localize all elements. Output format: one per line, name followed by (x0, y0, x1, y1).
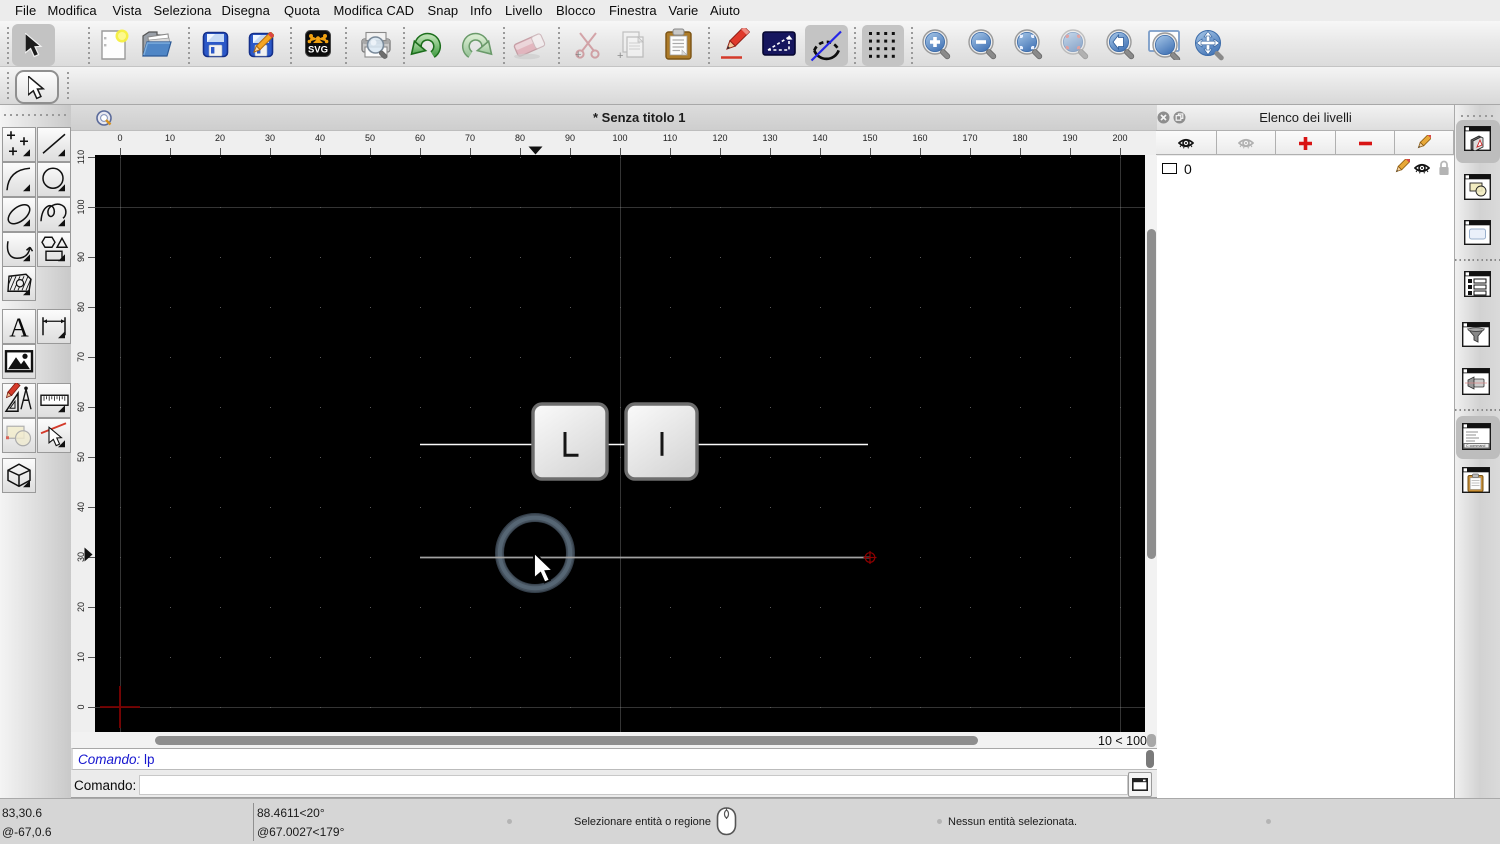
svg-text:C command: C command (1466, 444, 1485, 448)
svg-text:A: A (9, 312, 29, 342)
